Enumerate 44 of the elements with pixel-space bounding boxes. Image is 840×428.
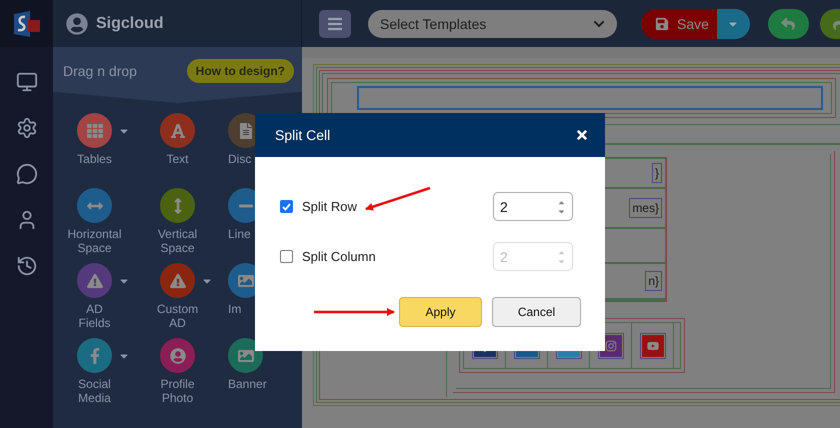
tool-label: Tables <box>77 152 112 168</box>
apply-button[interactable]: Apply <box>399 297 482 327</box>
save-menu-button[interactable] <box>716 8 750 38</box>
placeholder-fragment: n} <box>645 271 662 291</box>
chat-icon[interactable] <box>16 163 38 185</box>
close-icon[interactable] <box>575 128 589 142</box>
select-value: Select Templates <box>380 16 486 32</box>
menu-icon <box>327 16 343 32</box>
tool-icon[interactable] <box>228 338 263 373</box>
annotation-arrow <box>365 186 430 211</box>
app-name: Sigcloud <box>96 14 164 32</box>
placeholder-fragment: } <box>652 163 662 183</box>
tool-label: Im <box>228 302 242 318</box>
tool-label: Horizontal Space <box>67 227 122 255</box>
youtube-icon[interactable] <box>642 334 664 356</box>
template-select[interactable]: Select Templates <box>368 10 617 38</box>
option-label: Split Row <box>302 199 357 214</box>
tool-label: Vertical Space <box>158 227 198 255</box>
save-label: Save <box>677 16 709 32</box>
tool-label: AD Fields <box>78 302 110 330</box>
tool-label: Line <box>228 227 251 243</box>
tool-label: Banner <box>228 377 267 393</box>
option-label: Split Column <box>302 249 376 264</box>
tool-label: Profile Photo <box>160 377 194 405</box>
checkbox[interactable] <box>280 200 293 213</box>
tool-label: Custom AD <box>156 302 198 330</box>
monitor-icon[interactable] <box>16 71 38 93</box>
placeholder-fragment: mes} <box>629 198 662 218</box>
tool-label: Social Media <box>78 377 111 405</box>
undo-button[interactable] <box>768 8 809 38</box>
settings-icon[interactable] <box>16 117 38 139</box>
save-icon <box>655 16 669 30</box>
cancel-button[interactable]: Cancel <box>492 297 581 327</box>
menu-button[interactable] <box>319 10 351 38</box>
account-icon <box>66 12 88 34</box>
tool-label: Disc <box>228 152 252 168</box>
tool-label: Text <box>166 152 188 168</box>
save-button[interactable]: Save <box>641 8 717 38</box>
dialog-title: Split Cell <box>275 127 330 143</box>
history-icon[interactable] <box>16 255 38 277</box>
section-title: Drag n drop <box>63 63 137 79</box>
undo-icon <box>781 16 796 30</box>
help-button[interactable]: How to design? <box>186 59 294 83</box>
number-field[interactable]: 2 <box>493 192 573 221</box>
